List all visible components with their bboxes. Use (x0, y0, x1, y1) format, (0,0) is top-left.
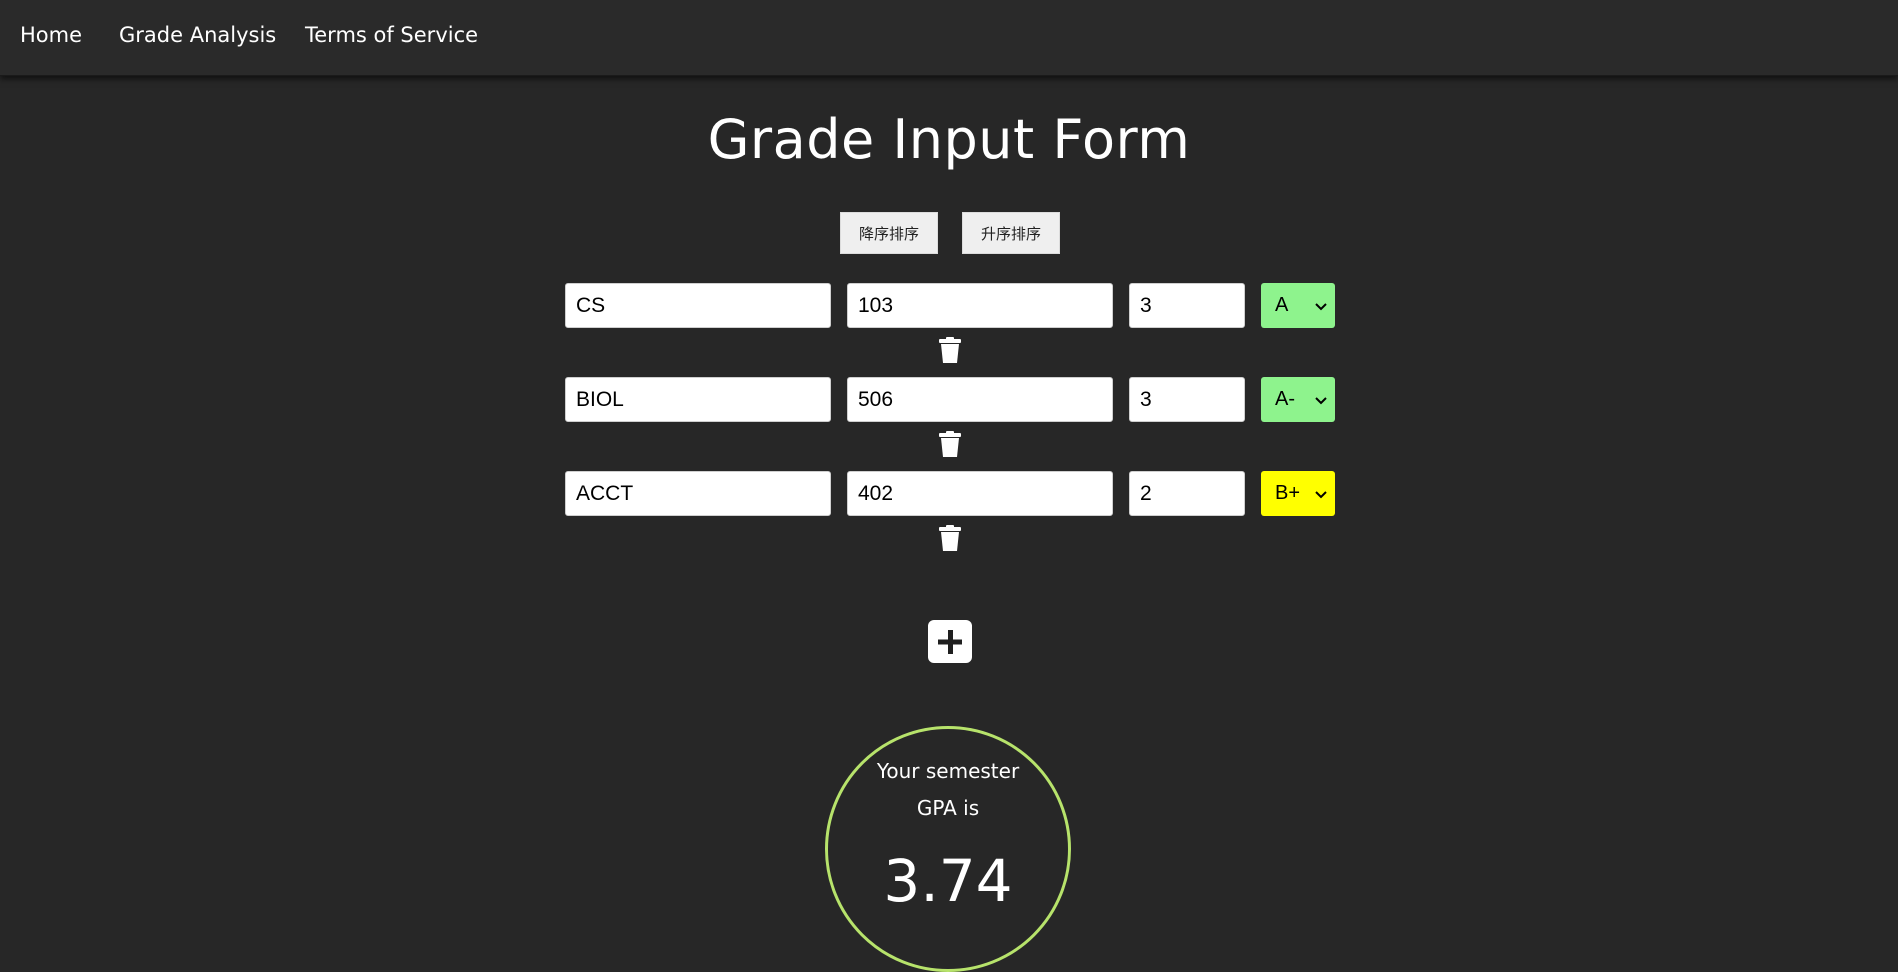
course-row: CS 103 3 A (0, 283, 1898, 363)
trash-icon[interactable] (938, 525, 962, 551)
plus-icon (938, 630, 962, 654)
sort-ascending-button[interactable]: 升序排序 (962, 212, 1060, 254)
sort-descending-button[interactable]: 降序排序 (840, 212, 938, 254)
subject-input[interactable]: BIOL (565, 377, 831, 422)
grade-select-value: A (1275, 294, 1289, 316)
nav-link-grade-analysis[interactable]: Grade Analysis (119, 23, 276, 47)
chevron-down-icon (1315, 283, 1327, 328)
course-row: ACCT 402 2 B+ (0, 471, 1898, 551)
grade-select-value: A- (1275, 388, 1295, 410)
credits-input[interactable]: 3 (1129, 377, 1245, 422)
page-title: Grade Input Form (707, 108, 1191, 171)
gpa-value: 3.74 (883, 847, 1013, 915)
credits-input[interactable]: 3 (1129, 283, 1245, 328)
chevron-down-icon (1315, 377, 1327, 422)
trash-icon[interactable] (938, 337, 962, 363)
grade-select[interactable]: A (1261, 283, 1335, 328)
subject-input[interactable]: ACCT (565, 471, 831, 516)
add-course-button[interactable] (928, 620, 972, 663)
grade-select[interactable]: B+ (1261, 471, 1335, 516)
credits-input[interactable]: 2 (1129, 471, 1245, 516)
course-number-input[interactable]: 506 (847, 377, 1113, 422)
gpa-label: Your semester GPA is (876, 759, 1020, 820)
course-row: BIOL 506 3 A- (0, 377, 1898, 457)
nav-link-terms-of-service[interactable]: Terms of Service (305, 23, 478, 47)
grade-select[interactable]: A- (1261, 377, 1335, 422)
grade-select-value: B+ (1275, 482, 1301, 504)
trash-icon[interactable] (938, 431, 962, 457)
course-number-input[interactable]: 103 (847, 283, 1113, 328)
gpa-result-circle: Your semester GPA is 3.74 (825, 726, 1071, 972)
subject-input[interactable]: CS (565, 283, 831, 328)
top-navbar: Home Grade Analysis Terms of Service (0, 0, 1898, 76)
nav-link-home[interactable]: Home (20, 23, 82, 47)
course-number-input[interactable]: 402 (847, 471, 1113, 516)
chevron-down-icon (1315, 471, 1327, 516)
